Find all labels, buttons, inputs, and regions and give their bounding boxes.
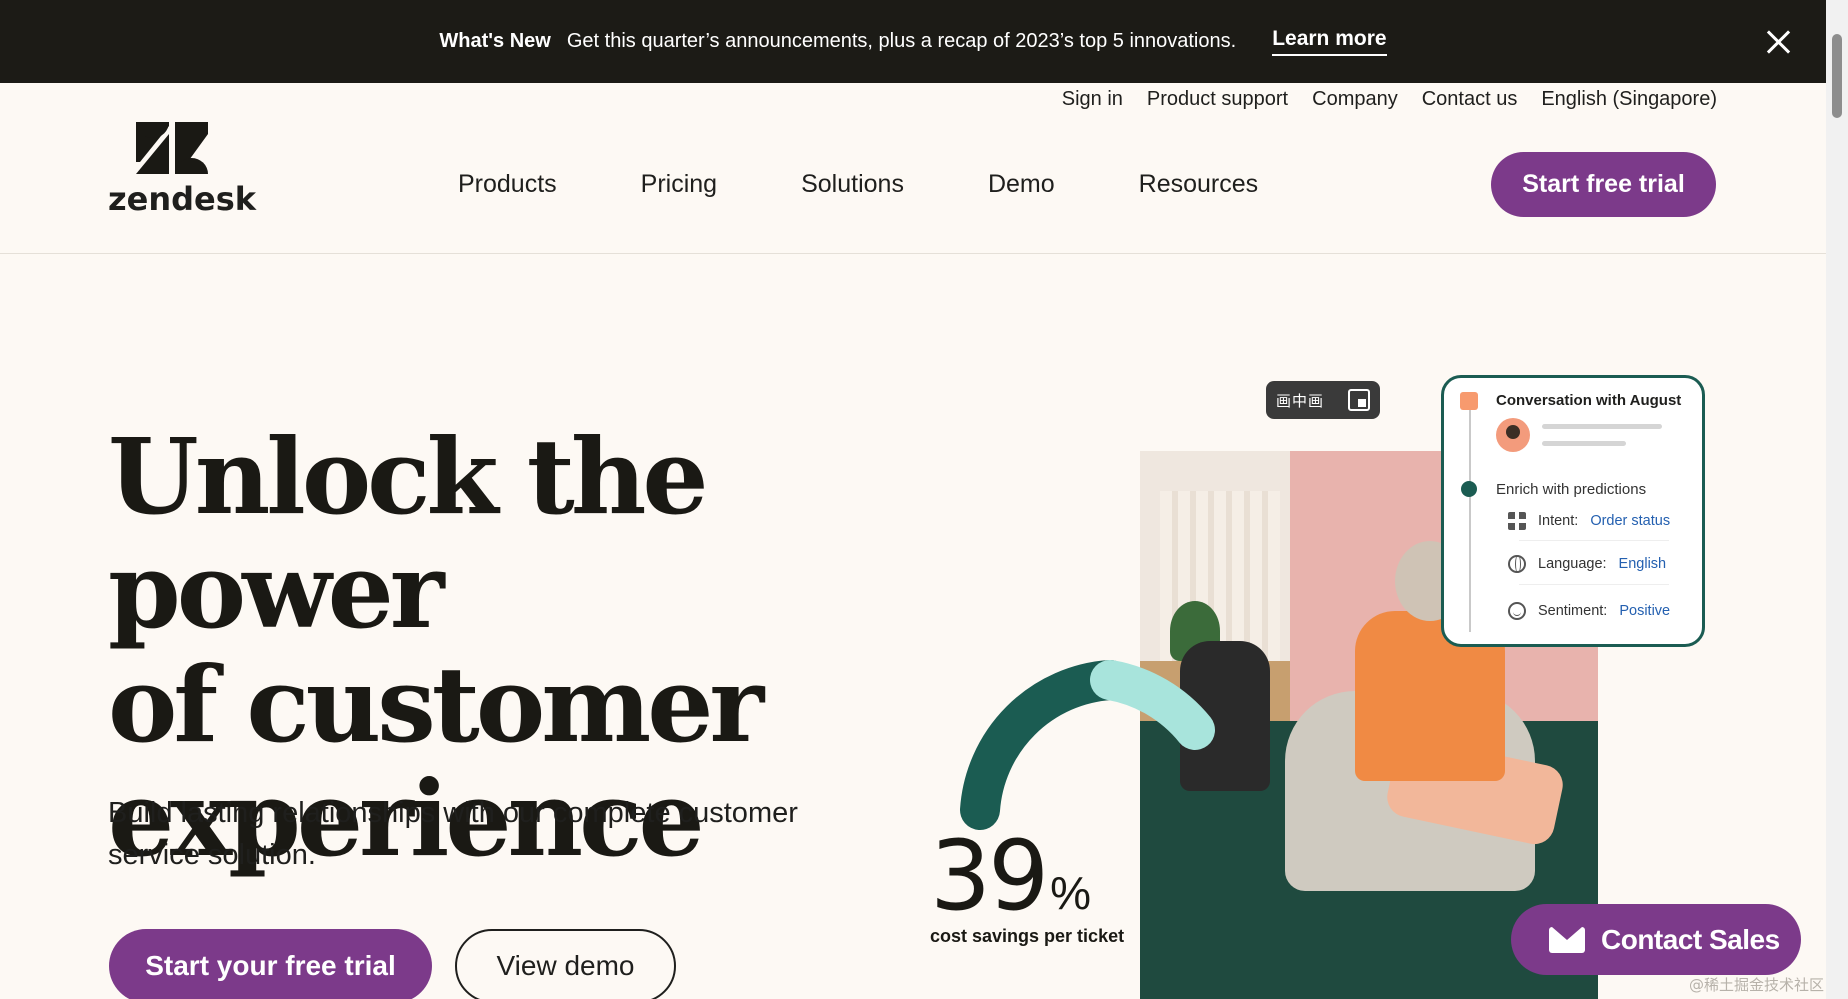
language-row: Language: English xyxy=(1508,555,1666,573)
contact-us-link[interactable]: Contact us xyxy=(1422,88,1518,111)
row-divider xyxy=(1519,540,1669,541)
scrollbar[interactable] xyxy=(1826,0,1848,999)
hero-title-line-2: of customer xyxy=(108,643,764,766)
language-label: Language: xyxy=(1538,556,1607,572)
start-free-trial-button[interactable]: Start free trial xyxy=(1491,152,1716,217)
enrich-label: Enrich with predictions xyxy=(1496,481,1647,498)
message-placeholder-line xyxy=(1542,424,1662,429)
close-icon[interactable] xyxy=(1760,24,1796,60)
sign-in-link[interactable]: Sign in xyxy=(1062,88,1123,111)
start-your-free-trial-button[interactable]: Start your free trial xyxy=(109,929,432,999)
watermark: @稀土掘金技术社区 xyxy=(1688,976,1824,994)
expand-icon[interactable] xyxy=(1348,389,1370,411)
conversation-title: Conversation with August xyxy=(1496,392,1682,409)
language-selector[interactable]: English (Singapore) xyxy=(1541,88,1717,111)
nav-demo[interactable]: Demo xyxy=(988,170,1055,199)
sentiment-label: Sentiment: xyxy=(1538,603,1608,619)
header-divider xyxy=(0,253,1826,254)
hero-title-line-1: Unlock the power xyxy=(108,415,709,652)
conversation-card: Conversation with August Enrich with pre… xyxy=(1441,375,1705,647)
globe-icon xyxy=(1508,555,1526,573)
picture-in-picture-control[interactable]: 画中画 xyxy=(1266,381,1380,419)
announcement-bar: What's New Get this quarter’s announceme… xyxy=(0,0,1826,83)
smile-icon xyxy=(1508,602,1526,620)
row-divider xyxy=(1519,584,1669,585)
sentiment-row: Sentiment: Positive xyxy=(1508,602,1670,620)
pip-label: 画中画 xyxy=(1276,392,1325,410)
message-placeholder-line xyxy=(1542,441,1626,446)
main-nav: Products Pricing Solutions Demo Resource… xyxy=(458,170,1258,199)
zendesk-z-icon xyxy=(136,122,208,174)
zendesk-wordmark: zendesk xyxy=(108,180,257,218)
intent-label: Intent: xyxy=(1538,513,1579,529)
contact-sales-label: Contact Sales xyxy=(1601,923,1780,955)
scrollbar-thumb[interactable] xyxy=(1832,34,1842,118)
savings-arc-graphic xyxy=(960,660,1215,830)
language-value: English xyxy=(1618,556,1667,572)
nav-solutions[interactable]: Solutions xyxy=(801,170,904,199)
view-demo-button[interactable]: View demo xyxy=(455,929,676,999)
conversation-marker-icon xyxy=(1460,392,1478,410)
nav-pricing[interactable]: Pricing xyxy=(641,170,717,199)
product-support-link[interactable]: Product support xyxy=(1147,88,1288,111)
savings-stat: 39% cost savings per ticket xyxy=(930,828,1124,947)
intent-row: Intent: Order status xyxy=(1508,512,1670,530)
contact-sales-button[interactable]: Contact Sales xyxy=(1511,904,1801,975)
card-timeline xyxy=(1469,392,1471,632)
mail-icon xyxy=(1549,926,1585,953)
nav-resources[interactable]: Resources xyxy=(1139,170,1259,199)
sentiment-value: Positive xyxy=(1619,603,1671,619)
zendesk-logo[interactable]: zendesk xyxy=(108,122,257,218)
hero-subtitle: Build lasting relationships with our com… xyxy=(108,797,798,871)
learn-more-link[interactable]: Learn more xyxy=(1272,27,1387,56)
enrich-marker-icon xyxy=(1461,481,1477,497)
announcement-label: What's New xyxy=(439,30,551,52)
avatar xyxy=(1496,418,1530,452)
announcement-message: Get this quarter’s announcements, plus a… xyxy=(566,30,1237,52)
stat-unit: % xyxy=(1050,867,1092,919)
stat-value: 39 xyxy=(930,820,1049,932)
stat-caption: cost savings per ticket xyxy=(930,926,1125,946)
intent-value: Order status xyxy=(1590,513,1671,529)
nav-products[interactable]: Products xyxy=(458,170,557,199)
company-link[interactable]: Company xyxy=(1312,88,1398,111)
utility-nav: Sign in Product support Company Contact … xyxy=(1062,88,1717,111)
grid-icon xyxy=(1508,512,1526,530)
